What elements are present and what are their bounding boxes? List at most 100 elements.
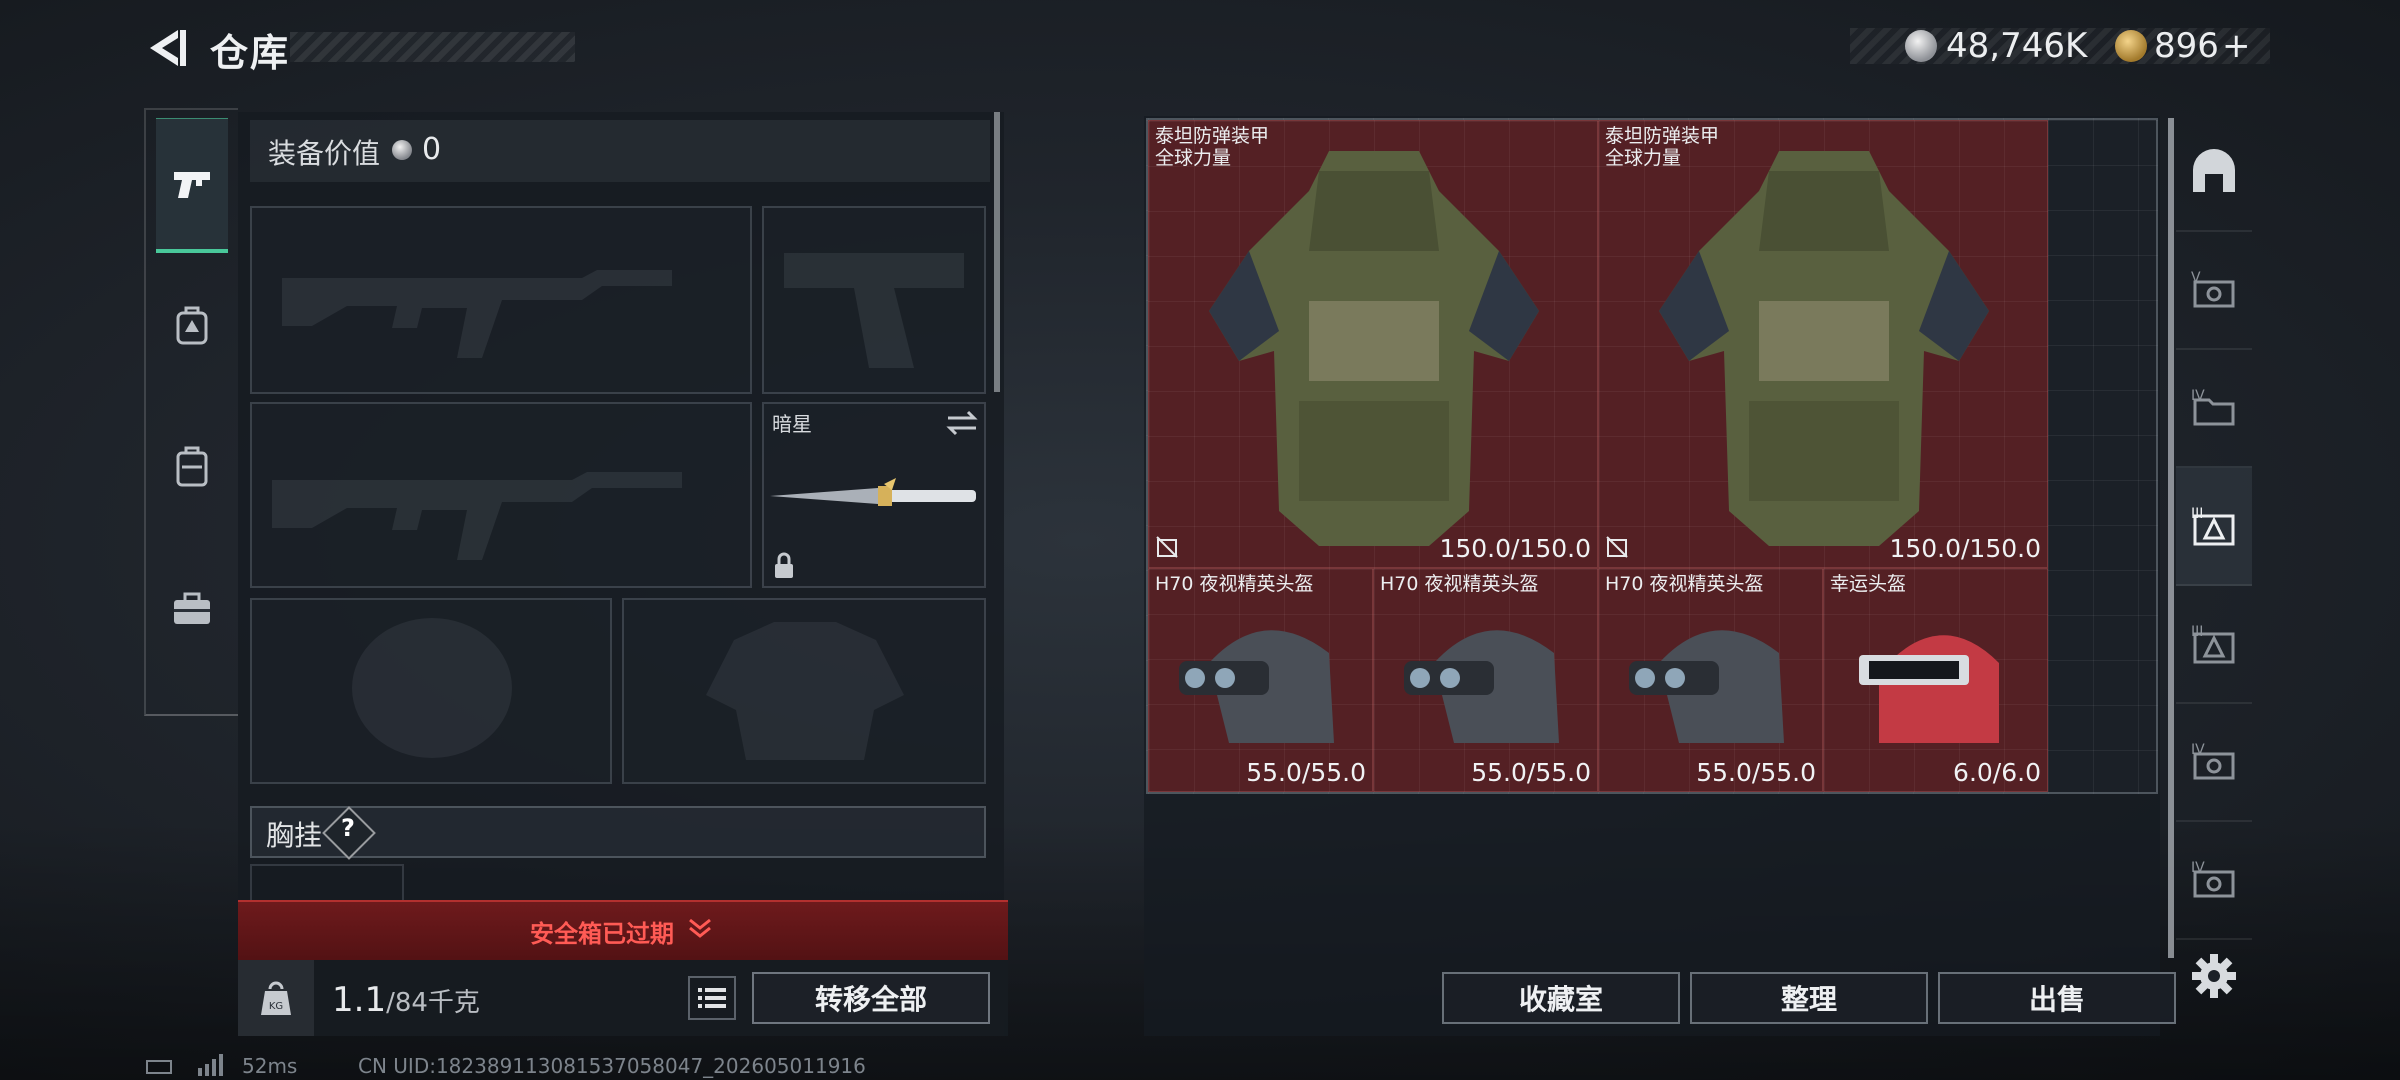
list-view-button[interactable] bbox=[688, 976, 736, 1020]
inventory-item-helmet[interactable]: H70 夜视精英头盔 55.0/55.0 bbox=[1373, 568, 1598, 792]
tab-rig[interactable] bbox=[156, 402, 228, 532]
no-sell-icon bbox=[1606, 536, 1628, 558]
category-all[interactable] bbox=[2176, 112, 2252, 232]
backpack-icon bbox=[176, 306, 208, 345]
item-durability: 55.0/55.0 bbox=[1246, 758, 1366, 787]
chest-rig-slot[interactable] bbox=[250, 864, 404, 904]
collection-room-button[interactable]: 收藏室 bbox=[1442, 972, 1680, 1024]
chest-rig-label: 胸挂 bbox=[266, 819, 323, 852]
tier-v-case-icon: V bbox=[2191, 270, 2235, 308]
svg-text:IV: IV bbox=[2191, 742, 2205, 758]
weight-icon: KG bbox=[261, 981, 291, 1015]
item-durability: 55.0/55.0 bbox=[1696, 758, 1816, 787]
inventory-item-helmet[interactable]: 幸运头盔 6.0/6.0 bbox=[1823, 568, 2048, 792]
category-tier-iii-helmet[interactable]: III bbox=[2176, 584, 2252, 704]
tier-iii-helmet-icon: III bbox=[2191, 624, 2235, 664]
tab-backpack[interactable] bbox=[156, 260, 228, 390]
silver-amount: 48,746K bbox=[1946, 26, 2088, 66]
weight-readout: 1.1/84千克 bbox=[332, 980, 480, 1020]
gear-icon[interactable] bbox=[2190, 952, 2238, 1000]
rifle-silhouette-icon bbox=[272, 472, 682, 560]
list-icon bbox=[698, 988, 726, 1008]
item-durability: 55.0/55.0 bbox=[1471, 758, 1591, 787]
inventory-item-armor[interactable]: 泰坦防弹装甲 全球力量 150.0/150.0 bbox=[1598, 120, 2048, 568]
knife-icon bbox=[770, 478, 976, 506]
ping-readout: 52ms bbox=[242, 1054, 298, 1078]
tier-iv-case-icon: IV bbox=[2191, 742, 2235, 780]
pistol-silhouette-icon bbox=[784, 253, 964, 368]
uid-readout: CN UID:18238911308153705804​7_2026050119… bbox=[358, 1054, 866, 1078]
category-tier-iii-armor[interactable]: III bbox=[2176, 466, 2252, 586]
equipment-value-amount: 0 bbox=[422, 132, 442, 167]
rig-icon bbox=[176, 446, 208, 487]
silver-coin-icon bbox=[1905, 30, 1937, 62]
lock-icon bbox=[775, 552, 793, 578]
inventory-scrollbar[interactable] bbox=[2168, 118, 2174, 958]
primary-weapon-slot[interactable] bbox=[250, 206, 752, 394]
category-tier-iv-folder[interactable]: IV bbox=[2176, 348, 2252, 468]
svg-text:IV: IV bbox=[2191, 388, 2205, 404]
helmet-silhouette-icon bbox=[352, 618, 512, 758]
svg-text:KG: KG bbox=[269, 1001, 283, 1012]
rifle-silhouette-icon bbox=[282, 270, 672, 358]
item-name: H70 夜视精英头盔 bbox=[1380, 573, 1539, 595]
add-currency-button[interactable]: + bbox=[2222, 26, 2251, 66]
category-rail: V IV III III IV IV bbox=[2176, 112, 2252, 962]
loadout-tab-rail bbox=[144, 108, 238, 716]
inventory-item-armor[interactable]: 泰坦防弹装甲 全球力量 150.0/150.0 bbox=[1148, 120, 1598, 568]
battery-icon bbox=[146, 1060, 172, 1074]
equipment-value-label: 装备价值 bbox=[268, 137, 381, 170]
svg-text:III: III bbox=[2191, 624, 2203, 640]
item-name: H70 夜视精英头盔 bbox=[1605, 573, 1764, 595]
category-tier-iv-case[interactable]: IV bbox=[2176, 702, 2252, 822]
help-symbol: ? bbox=[341, 814, 355, 842]
briefcase-icon bbox=[174, 592, 210, 624]
gold-coin-icon bbox=[2115, 30, 2147, 62]
item-durability: 150.0/150.0 bbox=[1439, 534, 1591, 563]
inventory-item-helmet[interactable]: H70 夜视精英头盔 55.0/55.0 bbox=[1148, 568, 1373, 792]
body-armor-icon bbox=[1659, 151, 1989, 546]
tab-case[interactable] bbox=[156, 544, 228, 674]
lucky-helmet-icon bbox=[1859, 635, 1999, 743]
weight-icon-box: KG bbox=[238, 960, 314, 1036]
melee-slot[interactable]: 暗星 bbox=[762, 402, 986, 588]
armor-silhouette-icon bbox=[706, 622, 904, 760]
item-durability: 150.0/150.0 bbox=[1889, 534, 2041, 563]
melee-name: 暗星 bbox=[772, 412, 812, 436]
sell-button[interactable]: 出售 bbox=[1938, 972, 2176, 1024]
item-name: H70 夜视精英头盔 bbox=[1155, 573, 1314, 595]
nvg-helmet-icon bbox=[1179, 630, 1334, 743]
body-armor-icon bbox=[1209, 151, 1539, 546]
loadout-scrollbar[interactable] bbox=[994, 112, 1000, 392]
secondary-weapon-slot[interactable] bbox=[250, 402, 752, 588]
helmet-slot[interactable] bbox=[250, 598, 612, 784]
armor-slot[interactable] bbox=[622, 598, 986, 784]
value-coin-icon bbox=[392, 140, 412, 160]
tier-iv-box-icon: IV bbox=[2191, 860, 2235, 898]
chevron-down-icon[interactable] bbox=[686, 914, 714, 942]
category-tier-iv-box[interactable]: IV bbox=[2176, 820, 2252, 940]
tier-iv-folder-icon: IV bbox=[2191, 388, 2235, 426]
no-sell-icon bbox=[1156, 536, 1178, 558]
nvg-helmet-icon bbox=[1629, 630, 1784, 743]
item-name: 幸运头盔 bbox=[1830, 573, 1907, 595]
safe-box-expired-text: 安全箱已过期 bbox=[530, 920, 674, 948]
page-title: 仓库 bbox=[210, 31, 291, 75]
organize-button[interactable]: 整理 bbox=[1690, 972, 1928, 1024]
signal-icon bbox=[198, 1054, 223, 1076]
pistol-icon bbox=[174, 172, 210, 198]
helmet-category-icon bbox=[2193, 149, 2235, 192]
weight-current: 1.1 bbox=[332, 980, 387, 1020]
swap-icon[interactable] bbox=[944, 408, 980, 438]
inventory-item-helmet[interactable]: H70 夜视精英头盔 55.0/55.0 bbox=[1598, 568, 1823, 792]
sidearm-slot[interactable] bbox=[762, 206, 986, 394]
category-tier-v-case[interactable]: V bbox=[2176, 230, 2252, 350]
gold-amount: 896 bbox=[2154, 26, 2219, 66]
title-decoration bbox=[290, 32, 575, 62]
transfer-all-button[interactable]: 转移全部 bbox=[752, 972, 990, 1024]
item-durability: 6.0/6.0 bbox=[1953, 758, 2041, 787]
weight-capacity: /84千克 bbox=[386, 988, 480, 1018]
tab-weapons[interactable] bbox=[156, 118, 228, 253]
back-arrow-icon[interactable] bbox=[142, 24, 190, 72]
tier-iii-armor-icon: III bbox=[2191, 506, 2235, 546]
